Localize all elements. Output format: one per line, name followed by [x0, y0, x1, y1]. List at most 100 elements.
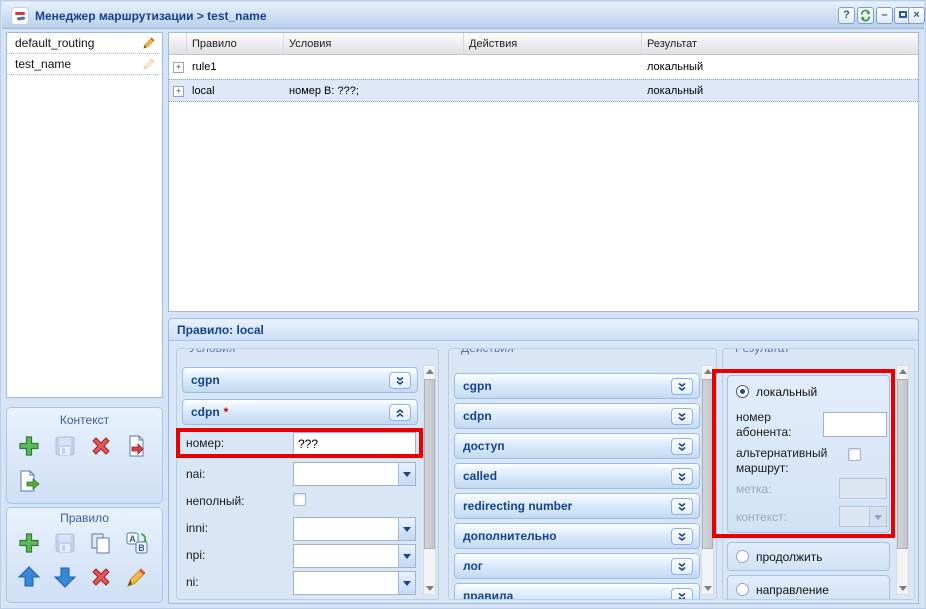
rule-tool-panel: Правило AB	[6, 507, 163, 603]
conditions-section-cdpn[interactable]: cdpn *	[182, 399, 418, 425]
scroll-up-icon[interactable]	[424, 366, 435, 378]
actions-section-cgpn[interactable]: cgpn	[454, 373, 700, 399]
scroll-up-icon[interactable]	[702, 366, 713, 378]
edit-pencil-icon[interactable]	[142, 36, 156, 50]
column-result[interactable]: Результат	[642, 33, 918, 55]
svg-text:A: A	[129, 534, 136, 544]
scrollbar-thumb[interactable]	[424, 379, 435, 549]
refresh-button[interactable]	[857, 7, 874, 24]
rule-add-button[interactable]	[17, 530, 43, 556]
context-item-test-name[interactable]: test_name	[7, 54, 162, 75]
context-delete-button[interactable]	[89, 433, 115, 459]
expand-row-icon[interactable]: +	[173, 86, 184, 97]
scroll-down-icon[interactable]	[424, 582, 435, 594]
tag-input	[839, 478, 887, 499]
continue-radio[interactable]	[736, 550, 749, 563]
cell-result: локальный	[642, 56, 918, 79]
actions-section-rules[interactable]: правила	[454, 583, 700, 600]
rule-move-up-button[interactable]	[17, 564, 43, 590]
context-import-button[interactable]	[125, 433, 151, 459]
chevron-down-icon[interactable]	[389, 372, 411, 389]
combo-chevron-icon[interactable]	[398, 572, 415, 594]
subscriber-number-input[interactable]	[823, 412, 887, 437]
result-scrollbar[interactable]	[896, 365, 909, 595]
routing-manager-window: Менеджер маршрутизации > test_name ? – ×…	[0, 0, 926, 609]
combo-chevron-icon[interactable]	[398, 463, 415, 485]
cell-conditions	[284, 56, 464, 79]
combo-chevron-icon[interactable]	[398, 518, 415, 540]
result-fieldset: Результат локальный номер абонента: альт…	[722, 348, 915, 600]
actions-section-cdpn[interactable]: cdpn	[454, 403, 700, 429]
rule-detail-panel: Правило: local Условия cgpn cdpn * номер…	[168, 318, 919, 604]
actions-section-log[interactable]: лог	[454, 553, 700, 579]
column-actions[interactable]: Действия	[464, 33, 642, 55]
chevron-down-icon[interactable]	[671, 438, 693, 455]
column-conditions[interactable]: Условия	[284, 33, 464, 55]
incomplete-checkbox[interactable]	[293, 493, 306, 506]
chevron-down-icon[interactable]	[671, 498, 693, 515]
actions-section-called[interactable]: called	[454, 463, 700, 489]
chevron-down-icon[interactable]	[671, 528, 693, 545]
chevron-down-icon[interactable]	[671, 588, 693, 600]
rule-save-button[interactable]	[53, 530, 79, 556]
direction-radio-label: направление	[756, 583, 829, 597]
close-button[interactable]: ×	[908, 7, 925, 24]
chevron-down-icon[interactable]	[671, 408, 693, 425]
context-name: test_name	[15, 57, 71, 71]
context-save-button[interactable]	[53, 433, 79, 459]
result-legend: Результат	[731, 348, 794, 355]
grid-row-local[interactable]: + local номер B: ???; локальный	[169, 79, 918, 102]
nai-combo[interactable]	[293, 462, 416, 486]
scroll-up-icon[interactable]	[897, 366, 908, 378]
actions-scrollbar[interactable]	[701, 365, 714, 595]
conditions-section-cgpn[interactable]: cgpn	[182, 367, 418, 393]
help-button[interactable]: ?	[838, 7, 855, 24]
chevron-down-icon[interactable]	[671, 378, 693, 395]
expand-row-icon[interactable]: +	[173, 62, 184, 73]
number-input[interactable]	[293, 432, 416, 455]
actions-section-additional[interactable]: дополнительно	[454, 523, 700, 549]
number-field-label: номер:	[186, 436, 224, 450]
npi-combo[interactable]	[293, 544, 416, 568]
minimize-button[interactable]: –	[876, 7, 893, 24]
grid-row-rule1[interactable]: + rule1 локальный	[169, 56, 918, 79]
inni-combo[interactable]	[293, 517, 416, 541]
context-item-default-routing[interactable]: default_routing	[7, 33, 162, 54]
scrollbar-thumb[interactable]	[897, 379, 908, 549]
context-add-button[interactable]	[17, 433, 43, 459]
combo-chevron-icon[interactable]	[398, 545, 415, 567]
actions-section-access[interactable]: доступ	[454, 433, 700, 459]
scroll-down-icon[interactable]	[702, 582, 713, 594]
window-title: Менеджер маршрутизации > test_name	[35, 9, 267, 23]
scrollbar-thumb[interactable]	[702, 379, 713, 549]
ni-combo[interactable]	[293, 571, 416, 595]
edit-pencil-icon-faded[interactable]	[142, 57, 156, 71]
rule-delete-button[interactable]	[89, 564, 115, 590]
local-radio[interactable]	[736, 385, 749, 398]
alt-route-checkbox[interactable]	[848, 448, 861, 461]
column-rule[interactable]: Правило	[187, 33, 284, 55]
conditions-scrollbar[interactable]	[423, 365, 436, 595]
rule-edit-button[interactable]	[125, 564, 151, 590]
chevron-down-icon[interactable]	[671, 558, 693, 575]
rule-move-down-button[interactable]	[53, 564, 79, 590]
npi-field-label: npi:	[186, 548, 205, 562]
result-option-local[interactable]: локальный номер абонента: альтернативный…	[727, 375, 890, 533]
result-option-direction[interactable]: направление	[727, 575, 890, 600]
chevron-down-icon[interactable]	[671, 468, 693, 485]
rule-copy-button[interactable]	[89, 530, 115, 556]
actions-section-redirecting-number[interactable]: redirecting number	[454, 493, 700, 519]
context-combo	[839, 506, 887, 527]
cell-rule: rule1	[187, 56, 284, 79]
rule-rename-button[interactable]: AB	[125, 530, 151, 556]
import-icon	[125, 434, 149, 458]
rule-detail-header: Правило: local	[169, 319, 918, 341]
continue-radio-label: продолжить	[756, 550, 822, 564]
context-export-button[interactable]	[17, 468, 43, 494]
titlebar[interactable]: Менеджер маршрутизации > test_name ? – ×	[2, 2, 924, 29]
alt-route-label: альтернативный маршрут:	[736, 446, 846, 476]
direction-radio[interactable]	[736, 583, 749, 596]
scroll-down-icon[interactable]	[897, 582, 908, 594]
result-option-continue[interactable]: продолжить	[727, 542, 890, 571]
chevron-up-icon[interactable]	[389, 404, 411, 421]
